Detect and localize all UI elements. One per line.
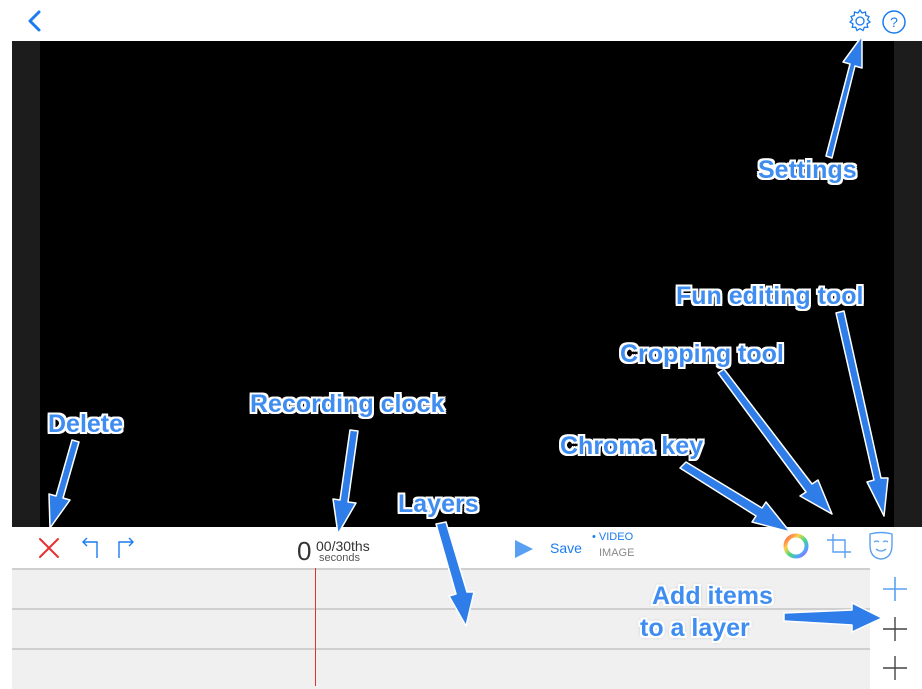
- plus-icon: [883, 656, 907, 680]
- redo-icon: [118, 537, 134, 558]
- plus-icon: [883, 617, 907, 641]
- add-layer-item-button[interactable]: [880, 614, 910, 644]
- chroma-key-button[interactable]: [782, 532, 810, 560]
- annotation-layers: Layers: [398, 490, 479, 518]
- annotation-delete: Delete: [48, 410, 124, 438]
- gear-icon: [848, 8, 872, 32]
- fun-editing-button[interactable]: [868, 531, 894, 561]
- chevron-left-icon: [28, 10, 41, 32]
- clock-unit: seconds: [319, 552, 360, 564]
- help-label: ?: [890, 14, 898, 30]
- preview-right-bar: [894, 41, 922, 527]
- crop-icon: [827, 534, 851, 558]
- play-button[interactable]: [512, 537, 536, 561]
- undo-icon: [82, 537, 98, 558]
- annotation-cropping-tool: Cropping tool: [620, 340, 784, 368]
- clock-fraction: 00/30ths: [316, 538, 370, 554]
- annotation-settings: Settings: [758, 156, 857, 184]
- color-wheel-icon: [783, 533, 809, 559]
- save-option-image[interactable]: IMAGE: [599, 547, 634, 559]
- annotation-fun-editing-tool: Fun editing tool: [676, 282, 864, 310]
- delete-button[interactable]: [38, 537, 60, 559]
- save-option-video[interactable]: • VIDEO: [592, 531, 633, 543]
- close-icon: [39, 538, 59, 558]
- annotation-recording-clock: Recording clock: [250, 390, 445, 418]
- help-button[interactable]: ?: [880, 8, 908, 36]
- layer-row[interactable]: [12, 648, 870, 689]
- annotation-add-items: Add items: [652, 582, 773, 610]
- back-button[interactable]: [24, 8, 48, 34]
- add-layer-item-button[interactable]: [880, 574, 910, 604]
- play-icon: [515, 540, 533, 558]
- clock-seconds-value: 0: [297, 536, 312, 566]
- save-button[interactable]: Save: [550, 540, 582, 556]
- editor-toolbar: 0 00/30ths seconds Save • VIDEO IMAGE: [0, 527, 922, 567]
- annotation-chroma-key: Chroma key: [560, 432, 704, 460]
- plus-icon: [883, 577, 907, 601]
- settings-button[interactable]: [846, 7, 874, 35]
- playhead[interactable]: [315, 568, 316, 686]
- undo-button[interactable]: [78, 536, 100, 560]
- help-icon: ?: [882, 10, 906, 34]
- crop-button[interactable]: [826, 533, 852, 559]
- preview-left-bar: [12, 41, 40, 527]
- redo-button[interactable]: [116, 536, 138, 560]
- mask-icon: [869, 531, 893, 560]
- annotation-to-a-layer: to a layer: [640, 614, 750, 642]
- add-layer-item-button[interactable]: [880, 653, 910, 683]
